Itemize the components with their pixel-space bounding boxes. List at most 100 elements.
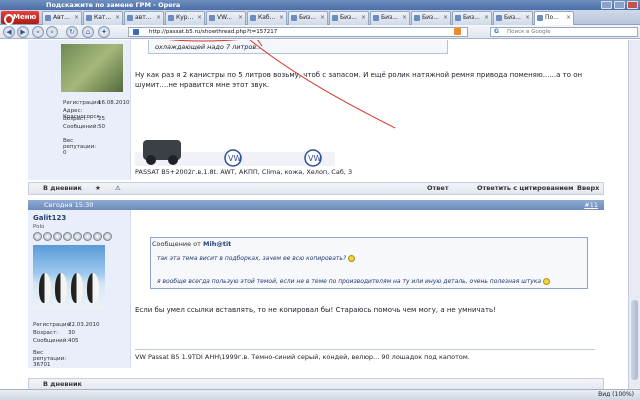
- maximize-button[interactable]: [614, 1, 625, 9]
- window-titlebar: Подскажите по замене ГРМ - Opera: [0, 0, 640, 10]
- forward-icon[interactable]: ▶: [17, 26, 29, 38]
- post2-date: Сегодня 15:30: [44, 201, 94, 209]
- tab-close-icon[interactable]: ×: [402, 12, 407, 24]
- diary-button[interactable]: В дневник: [43, 183, 82, 194]
- post2-user-status: Polo: [33, 224, 45, 230]
- browser-tab[interactable]: Биз... ×: [329, 11, 369, 25]
- reply-quote-button[interactable]: Ответить с цитированием: [477, 183, 573, 194]
- navigation-toolbar: ◀ ▶ « » ↻ ⌂ ✦ http://passat.b5.ru/showth…: [0, 25, 640, 39]
- post2-msgs: Сообщений:405: [33, 338, 79, 344]
- avatar[interactable]: [61, 44, 123, 92]
- post1-age: Возраст: 25: [63, 116, 105, 122]
- star-icon[interactable]: ★: [95, 183, 101, 194]
- opera-menu-button[interactable]: Меню: [1, 11, 39, 25]
- tab-close-icon[interactable]: ×: [279, 12, 284, 24]
- fast-forward-icon[interactable]: »: [46, 26, 58, 38]
- tab-label: Биз...: [504, 14, 521, 21]
- post2-reg: Регистрация:22.03.2010: [33, 322, 100, 328]
- browser-tab[interactable]: авт... ×: [124, 11, 164, 25]
- report-icon[interactable]: ⚠: [115, 183, 121, 194]
- tab-close-icon[interactable]: ×: [566, 12, 571, 24]
- tab-strip: Меню Авт... × Кат... × авт... × Кур... × VW... × К…: [0, 10, 640, 25]
- vertical-scrollbar[interactable]: [628, 40, 640, 389]
- reputation-icons: [33, 232, 112, 241]
- post2-username[interactable]: Galit123: [33, 214, 66, 222]
- post2-header: Сегодня 15:30 #11: [28, 200, 604, 210]
- browser-tab[interactable]: VW... ×: [206, 11, 246, 25]
- browser-tab[interactable]: Каб... ×: [247, 11, 287, 25]
- tab-close-icon[interactable]: ×: [156, 12, 161, 24]
- tab-label: Биз...: [422, 14, 439, 21]
- browser-tab[interactable]: Биз... ×: [452, 11, 492, 25]
- post2-number-link[interactable]: #11: [584, 200, 598, 210]
- rss-icon[interactable]: [454, 28, 461, 35]
- close-button[interactable]: [627, 1, 638, 9]
- svg-text:VW: VW: [308, 154, 321, 163]
- tab-close-icon[interactable]: ×: [484, 12, 489, 24]
- browser-tab[interactable]: Биз... ×: [411, 11, 451, 25]
- rewind-icon[interactable]: «: [32, 26, 44, 38]
- diary-button[interactable]: В дневник: [43, 379, 82, 389]
- search-input[interactable]: Поиск в Google: [490, 27, 638, 37]
- tab-close-icon[interactable]: ×: [320, 12, 325, 24]
- tab-close-icon[interactable]: ×: [238, 12, 243, 24]
- tabs: Авт... × Кат... × авт... × Кур... × VW... × Каб...…: [42, 11, 640, 25]
- quote-line-2: я вообще всегда пользую этой темой, если…: [157, 278, 550, 285]
- tab-close-icon[interactable]: ×: [361, 12, 366, 24]
- tab-label: авт...: [135, 14, 152, 21]
- svg-text:VW: VW: [228, 154, 241, 163]
- post2-signature: VW Passat B5 1.9TDI AHH\1999г.в. Темно-с…: [135, 353, 470, 361]
- post2-actionbar: В дневник: [28, 378, 604, 389]
- address-bar[interactable]: http://passat.b5.ru/showthread.php?t=157…: [128, 27, 468, 37]
- minimize-button[interactable]: [601, 1, 612, 9]
- window-controls: [601, 1, 638, 9]
- browser-tab[interactable]: Биз... ×: [288, 11, 328, 25]
- address-url: http://passat.b5.ru/showthread.php?t=157…: [149, 29, 278, 35]
- post2-userbar: Galit123 Polo Регистрация:22.03.2010 Воз…: [28, 210, 131, 368]
- smile-icon: [543, 278, 550, 285]
- site-favicon-icon: [133, 29, 139, 35]
- tab-label: Кур...: [176, 14, 194, 21]
- page-content: Регистрация:16.08.2010 Адрес:Красногорск…: [0, 40, 628, 389]
- post1-msgs: Сообщений:50: [63, 124, 105, 130]
- quote-author[interactable]: Mih@tit: [203, 240, 231, 248]
- home-icon[interactable]: ⌂: [82, 26, 94, 38]
- tab-label: По...: [545, 14, 559, 21]
- wand-icon[interactable]: ✦: [98, 26, 110, 38]
- tab-label: Биз...: [463, 14, 480, 21]
- post1-actionbar: В дневник ★ ⚠ Ответ Ответить с цитирован…: [28, 182, 604, 195]
- tab-label: Авт...: [53, 14, 70, 21]
- reply-button[interactable]: Ответ: [427, 183, 449, 194]
- tab-close-icon[interactable]: ×: [74, 12, 79, 24]
- browser-tab[interactable]: Биз... ×: [370, 11, 410, 25]
- zoom-level[interactable]: Вид (100%): [598, 390, 634, 400]
- post1-rep: Вес репутации: 0: [63, 138, 97, 156]
- quote-line-1: так эта тема висит в подборках, зачем ее…: [157, 255, 356, 262]
- tab-close-icon[interactable]: ×: [197, 12, 202, 24]
- browser-tab[interactable]: Кур... ×: [165, 11, 205, 25]
- browser-tab[interactable]: Кат... ×: [83, 11, 123, 25]
- window-title: Подскажите по замене ГРМ - Opera: [46, 1, 181, 9]
- post2-age: Возраст: 30: [33, 330, 75, 336]
- tab-close-icon[interactable]: ×: [525, 12, 530, 24]
- tab-label: Биз...: [381, 14, 398, 21]
- scrollbar-thumb[interactable]: [631, 300, 638, 380]
- status-bar: Вид (100%): [0, 389, 640, 400]
- tab-label: Биз...: [340, 14, 357, 21]
- browser-tab[interactable]: Авт... ×: [42, 11, 82, 25]
- browser-tab[interactable]: Биз... ×: [493, 11, 533, 25]
- top-button[interactable]: Вверх: [577, 183, 599, 194]
- search-placeholder: Поиск в Google: [507, 29, 551, 35]
- tab-label: Кат...: [94, 14, 112, 21]
- post1-userbar: Регистрация:16.08.2010 Адрес:Красногорск…: [28, 40, 131, 180]
- reload-icon[interactable]: ↻: [66, 26, 78, 38]
- browser-tab[interactable]: По... ×: [534, 11, 574, 25]
- back-icon[interactable]: ◀: [3, 26, 15, 38]
- tab-close-icon[interactable]: ×: [115, 12, 120, 24]
- avatar[interactable]: [33, 245, 105, 309]
- post1-quote: охлаждающей надо 7 литров..: [148, 40, 448, 54]
- tab-close-icon[interactable]: ×: [443, 12, 448, 24]
- tab-label: VW...: [217, 14, 233, 21]
- post2-body: Если бы умел ссылки вставлять, то не коп…: [135, 306, 496, 314]
- post2-rep: Вес репутации: 36701: [33, 350, 67, 368]
